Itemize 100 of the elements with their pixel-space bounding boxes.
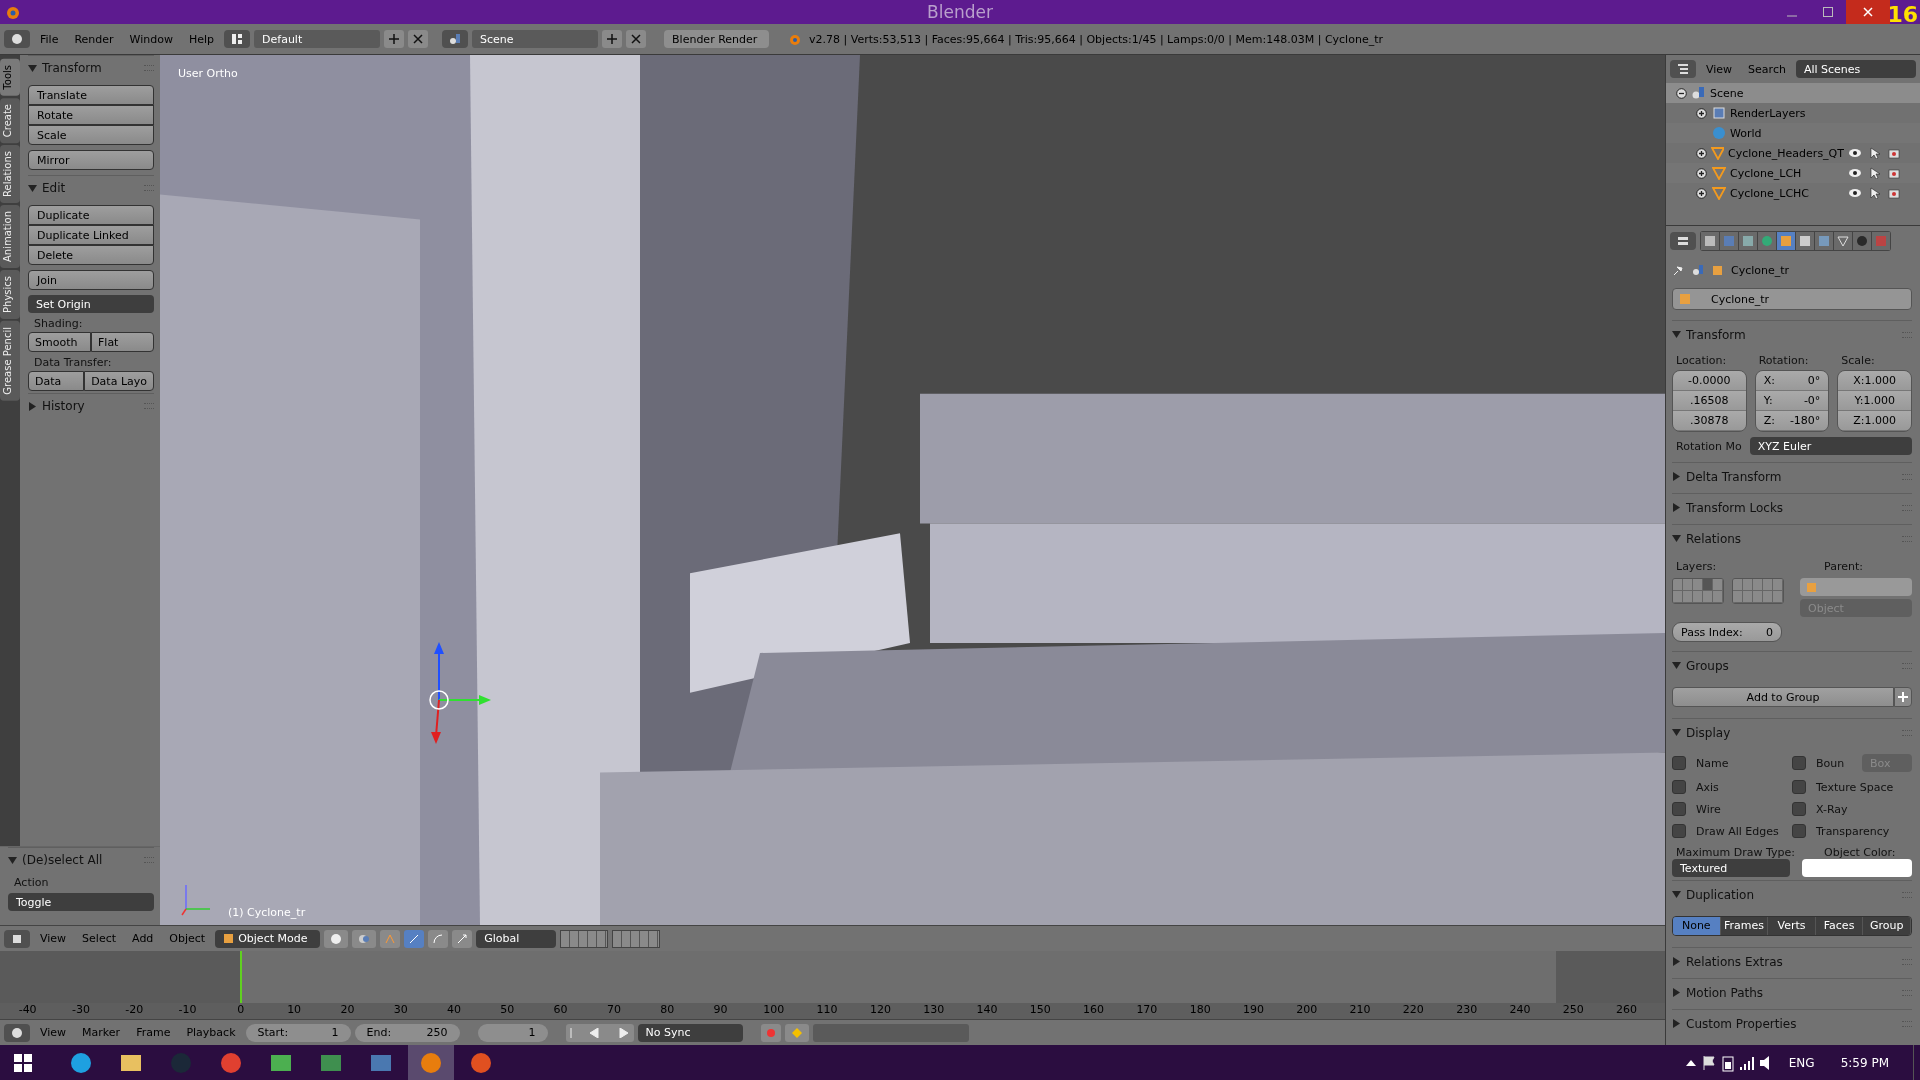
- menu-item[interactable]: File: [34, 32, 65, 46]
- panel-toggle-icon[interactable]: [1672, 472, 1681, 481]
- number-field[interactable]: .30878: [1673, 411, 1746, 431]
- checkbox[interactable]: [1792, 802, 1806, 816]
- panel-toggle-icon[interactable]: [1672, 890, 1681, 899]
- object-color-swatch[interactable]: [1802, 859, 1912, 877]
- editor-type-button[interactable]: [4, 30, 30, 48]
- flag-icon[interactable]: [1700, 1054, 1717, 1071]
- duplication-option[interactable]: Verts: [1768, 917, 1816, 935]
- panel-title[interactable]: Transform: [1686, 327, 1746, 342]
- orientation-dropdown[interactable]: Global: [476, 929, 557, 948]
- checkbox[interactable]: [1672, 824, 1686, 838]
- menu-item[interactable]: View: [34, 1026, 73, 1039]
- language-indicator[interactable]: ENG: [1788, 1055, 1815, 1070]
- menu-item[interactable]: Window: [123, 32, 179, 46]
- keying-button[interactable]: [784, 1023, 809, 1042]
- signal-bars-icon[interactable]: [1738, 1054, 1755, 1071]
- number-field[interactable]: X:1.000: [1838, 371, 1911, 391]
- constraints-tab[interactable]: [1796, 232, 1814, 250]
- duplication-option[interactable]: Frames: [1720, 917, 1769, 935]
- checkbox[interactable]: [1672, 756, 1686, 770]
- outliner-item-name[interactable]: Cyclone_LCHC: [1730, 186, 1810, 200]
- scene-field[interactable]: Scene: [472, 30, 599, 48]
- panel-toggle-icon[interactable]: [1672, 728, 1681, 737]
- panel-title[interactable]: History: [42, 399, 85, 413]
- tool-button[interactable]: Data: [28, 371, 85, 391]
- panel-title[interactable]: Display: [1686, 725, 1731, 740]
- eye-icon[interactable]: [1848, 168, 1862, 178]
- eye-icon[interactable]: [1848, 188, 1862, 198]
- object-tab[interactable]: [1777, 232, 1795, 250]
- number-field[interactable]: Y:1.000: [1838, 391, 1911, 411]
- layout-type-button[interactable]: [224, 30, 251, 48]
- editor-type-button[interactable]: [1670, 60, 1696, 78]
- add-to-group-button[interactable]: Add to Group: [1672, 687, 1894, 707]
- panel-toggle-icon[interactable]: [1672, 988, 1681, 997]
- tool-button[interactable]: Duplicate Linked: [28, 225, 154, 245]
- duplication-option[interactable]: Faces: [1815, 917, 1864, 935]
- drag-handle-icon[interactable]: [1902, 891, 1912, 898]
- add-button[interactable]: [1894, 687, 1912, 707]
- action-dropdown[interactable]: Toggle: [8, 893, 154, 911]
- menu-item[interactable]: View: [1700, 62, 1739, 76]
- panel-title[interactable]: Custom Properties: [1686, 1016, 1797, 1031]
- drag-handle-icon[interactable]: [1902, 729, 1912, 736]
- number-field[interactable]: -0.0000: [1673, 371, 1746, 391]
- duplication-option[interactable]: Group: [1863, 917, 1911, 935]
- menu-item[interactable]: Select: [76, 932, 123, 945]
- windows-start-icon[interactable]: [14, 1053, 32, 1072]
- outliner-item-name[interactable]: RenderLayers: [1730, 106, 1806, 120]
- panel-toggle-icon[interactable]: [1672, 503, 1681, 512]
- menu-item[interactable]: Frame: [130, 1026, 177, 1039]
- cursor-icon[interactable]: [1870, 187, 1880, 199]
- checkbox[interactable]: [1672, 802, 1686, 816]
- panel-title[interactable]: Groups: [1686, 658, 1729, 673]
- tool-shelf-tab[interactable]: Create: [0, 97, 20, 143]
- layers-grid[interactable]: [1672, 578, 1784, 604]
- menu-item[interactable]: Marker: [76, 1026, 127, 1039]
- duplication-option[interactable]: None: [1673, 917, 1721, 935]
- editor-type-button[interactable]: [4, 1023, 30, 1042]
- panel-toggle-icon[interactable]: [1672, 661, 1681, 670]
- panel-toggle-icon[interactable]: [1672, 957, 1681, 966]
- outliner-row[interactable]: World: [1666, 123, 1920, 143]
- drag-handle-icon[interactable]: [144, 403, 154, 409]
- tool-shelf-tab[interactable]: Grease Pencil: [0, 320, 20, 401]
- panel-title[interactable]: Transform Locks: [1686, 500, 1784, 515]
- object-name-field[interactable]: Cyclone_tr: [1672, 288, 1912, 310]
- drag-handle-icon[interactable]: [144, 65, 154, 71]
- outliner-row[interactable]: Scene: [1666, 83, 1920, 103]
- menu-item[interactable]: Add: [126, 932, 160, 945]
- drag-handle-icon[interactable]: [1902, 989, 1912, 996]
- current-frame-field[interactable]: 1: [477, 1023, 548, 1042]
- menu-item[interactable]: Object: [163, 932, 212, 945]
- number-field[interactable]: Z:1.000: [1838, 411, 1911, 431]
- panel-title[interactable]: Relations: [1686, 531, 1742, 546]
- tool-button[interactable]: Duplicate: [28, 205, 154, 225]
- checkbox-label[interactable]: Name: [1696, 756, 1729, 770]
- modifiers-tab[interactable]: [1815, 232, 1833, 250]
- drag-handle-icon[interactable]: [1902, 504, 1912, 511]
- menu-item[interactable]: Playback: [180, 1026, 242, 1039]
- tool-button[interactable]: Scale: [28, 125, 154, 145]
- menu-item[interactable]: Render: [68, 32, 120, 46]
- eye-icon[interactable]: [1848, 148, 1862, 158]
- checkbox[interactable]: [1672, 780, 1686, 794]
- tool-shelf-tab[interactable]: Physics: [0, 269, 20, 319]
- set-origin-dropdown[interactable]: Set Origin: [28, 295, 154, 313]
- add-button[interactable]: [602, 30, 623, 48]
- outliner-row[interactable]: Cyclone_LCH: [1666, 163, 1920, 183]
- outliner-row[interactable]: Cyclone_LCHC: [1666, 183, 1920, 203]
- checkbox[interactable]: [1792, 824, 1806, 838]
- remove-button[interactable]: [626, 30, 647, 48]
- camera-icon[interactable]: [1888, 187, 1900, 199]
- panel-toggle-icon[interactable]: [8, 855, 17, 865]
- playback-controls[interactable]: [565, 1023, 634, 1042]
- data-tab[interactable]: [1834, 232, 1852, 250]
- tool-button[interactable]: Mirror: [28, 150, 154, 170]
- display-mode-dropdown[interactable]: All Scenes: [1795, 60, 1916, 78]
- layout-field[interactable]: Default: [254, 30, 381, 48]
- outliner-row[interactable]: RenderLayers: [1666, 103, 1920, 123]
- battery-icon[interactable]: [1720, 1053, 1735, 1072]
- number-field[interactable]: X: 0°: [1755, 371, 1829, 391]
- cursor-icon[interactable]: [1870, 147, 1880, 159]
